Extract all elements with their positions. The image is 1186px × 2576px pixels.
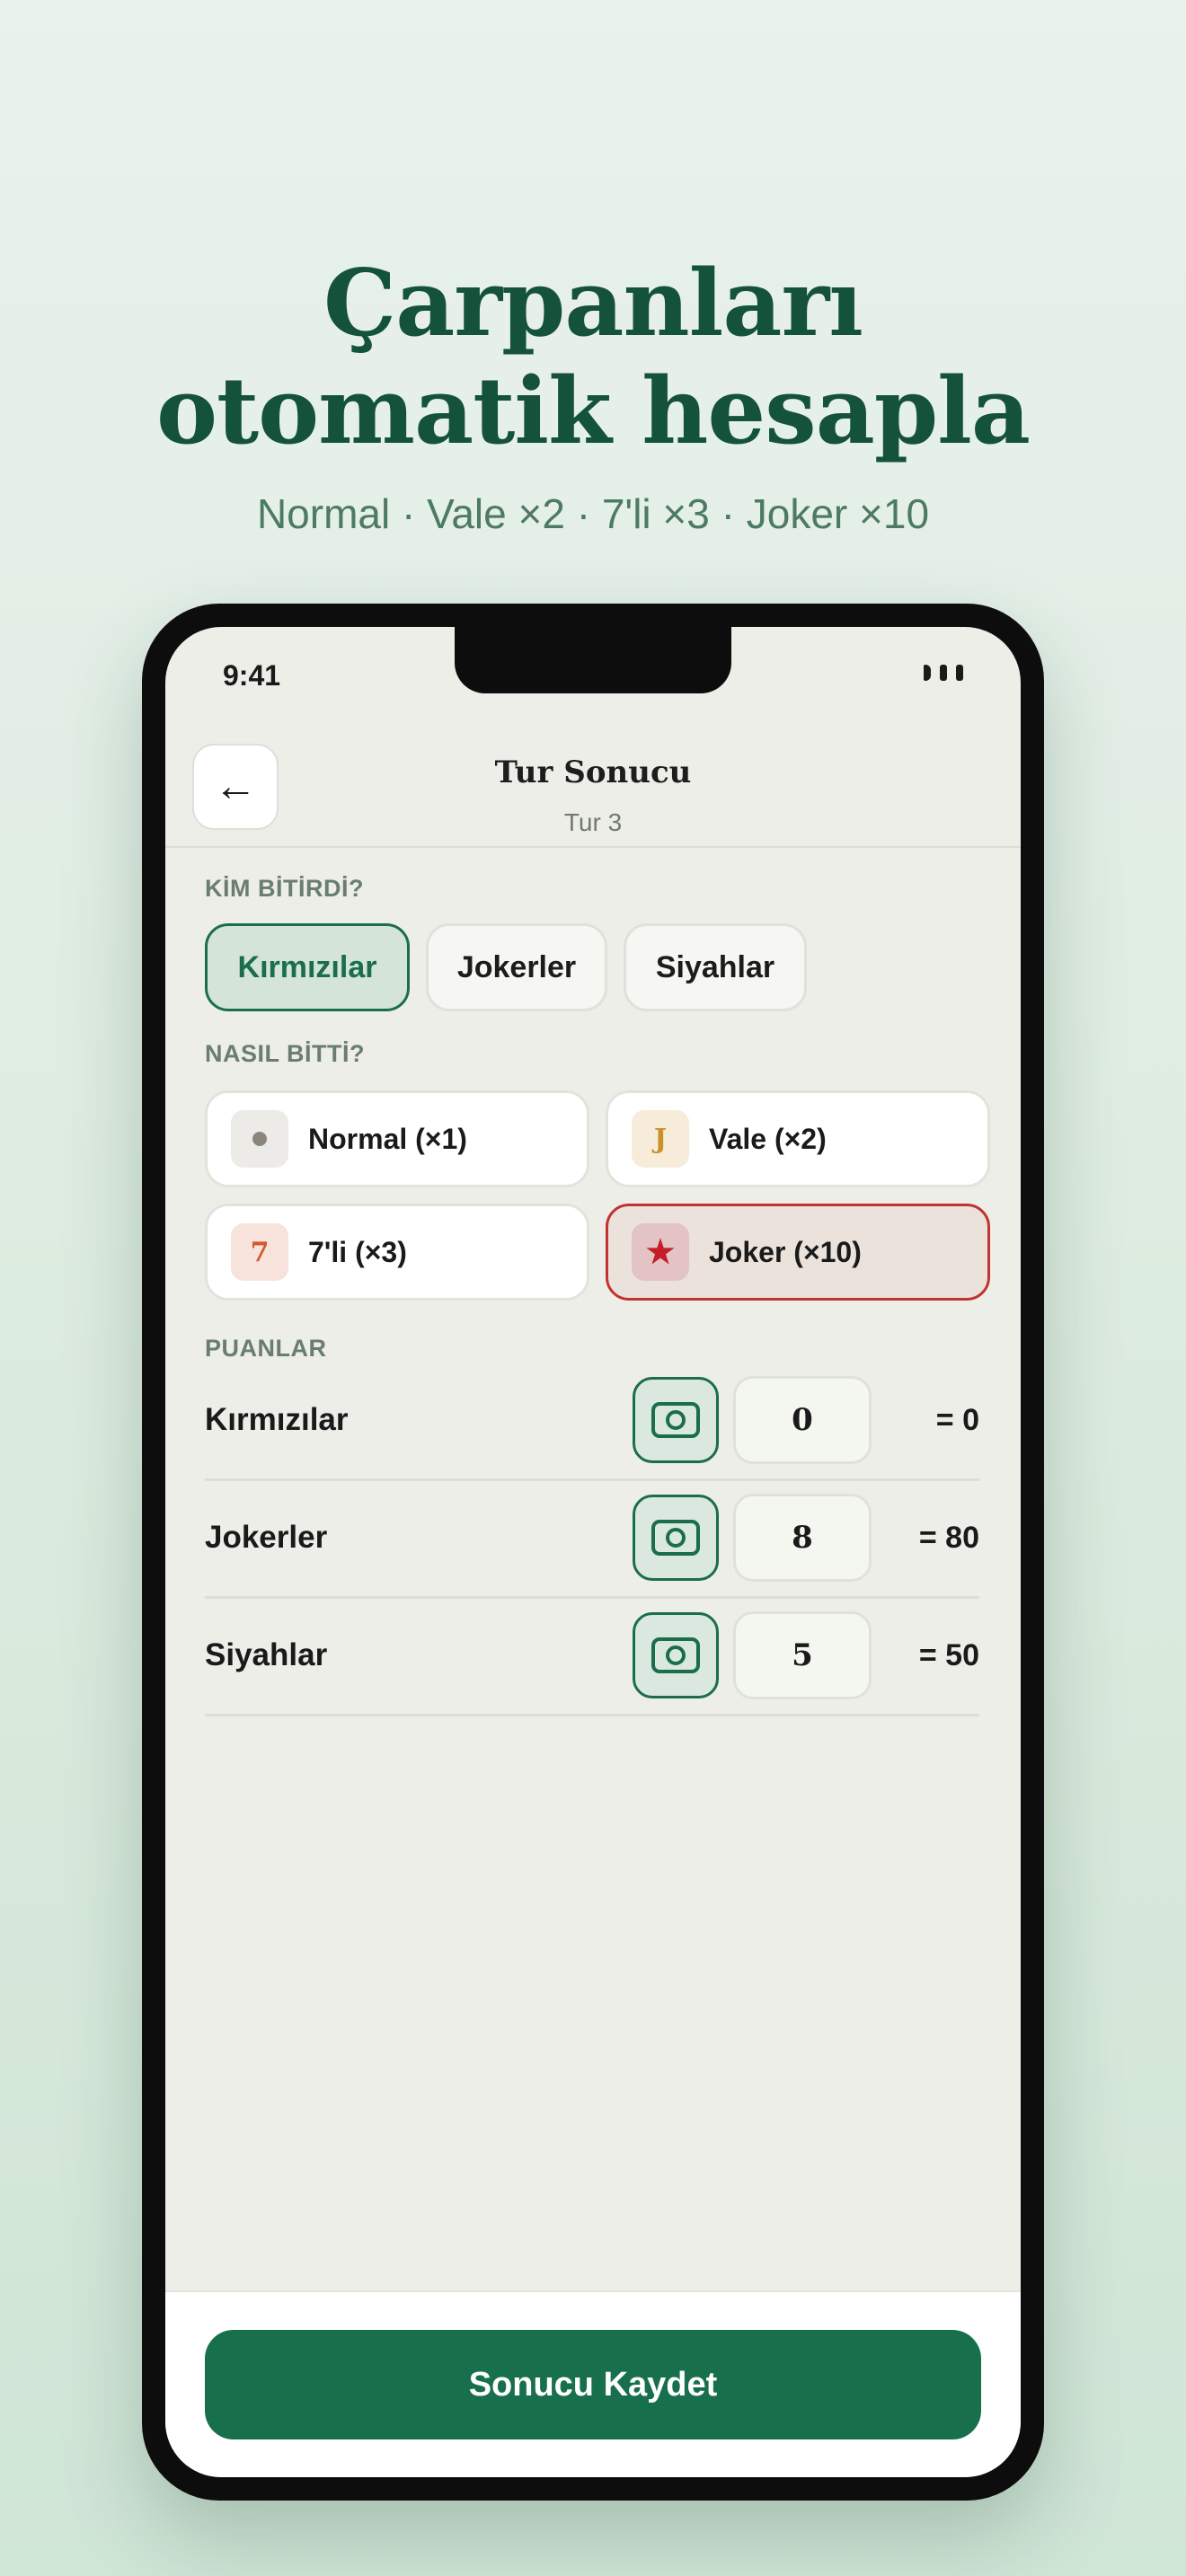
score-total: = 80 — [918, 1520, 979, 1555]
score-input[interactable]: 0 — [733, 1376, 872, 1464]
save-result-button[interactable]: Sonucu Kaydet — [205, 2330, 981, 2439]
battery-icon — [956, 665, 963, 681]
score-row: Siyahlar 5 = 50 — [205, 1597, 979, 1716]
finish-option-label: Vale (×2) — [709, 1122, 827, 1155]
winner-chip-siyahlar[interactable]: Siyahlar — [624, 923, 807, 1011]
signal-icon — [924, 665, 931, 681]
phone-notch — [455, 627, 731, 693]
score-team-name: Jokerler — [205, 1520, 328, 1555]
score-input[interactable]: 5 — [733, 1611, 872, 1699]
seven-icon: 7 — [231, 1223, 288, 1281]
finish-option-vale[interactable]: J Vale (×2) — [606, 1090, 990, 1187]
page-title: Tur Sonucu — [494, 754, 692, 790]
hero-title-line-2: otomatik hesapla — [156, 357, 1031, 465]
app-screen: 9:41 ← Tur Sonucu Tur 3 KİM BİTİRDİ? Kır… — [165, 627, 1021, 2477]
jack-icon: J — [632, 1110, 689, 1168]
score-row: Jokerler 8 = 80 — [205, 1479, 979, 1599]
finish-option-label: Joker (×10) — [709, 1235, 862, 1268]
scores-section-label: PUANLAR — [205, 1335, 327, 1362]
winner-chip-jokerler[interactable]: Jokerler — [426, 923, 607, 1011]
dot-icon — [231, 1110, 288, 1168]
status-time: 9:41 — [223, 659, 281, 692]
finish-option-label: Normal (×1) — [308, 1122, 467, 1155]
camera-icon — [651, 1402, 700, 1438]
finish-section-label: NASIL BİTTİ? — [205, 1040, 365, 1067]
score-input[interactable]: 8 — [733, 1494, 872, 1582]
winner-section-label: KİM BİTİRDİ? — [205, 875, 364, 902]
score-team-name: Kırmızılar — [205, 1402, 349, 1437]
hero-title: Çarpanları otomatik hesapla — [0, 250, 1186, 465]
page-subtitle: Tur 3 — [563, 808, 623, 836]
camera-icon — [651, 1520, 700, 1556]
finish-option-label: 7'li (×3) — [308, 1235, 407, 1268]
finish-option-normal[interactable]: Normal (×1) — [205, 1090, 589, 1187]
finish-option-joker[interactable]: ★ Joker (×10) — [606, 1204, 990, 1301]
hero-subtitle: Normal · Vale ×2 · 7'li ×3 · Joker ×10 — [256, 490, 930, 537]
star-icon: ★ — [632, 1223, 689, 1281]
hero-title-line-1: Çarpanları — [323, 250, 863, 357]
winner-chip-kirmizilar[interactable]: Kırmızılar — [205, 923, 410, 1011]
wifi-icon — [940, 665, 947, 681]
scan-camera-button[interactable] — [633, 1495, 719, 1581]
score-total: = 0 — [935, 1402, 979, 1437]
finish-option-yedili[interactable]: 7 7'li (×3) — [205, 1204, 589, 1301]
status-icons — [924, 665, 963, 681]
scan-camera-button[interactable] — [633, 1377, 719, 1463]
nav-bar: ← Tur Sonucu Tur 3 — [165, 733, 1021, 848]
score-total: = 50 — [918, 1637, 979, 1672]
score-row: Kırmızılar 0 = 0 — [205, 1362, 979, 1481]
camera-icon — [651, 1637, 700, 1673]
phone-frame: 9:41 ← Tur Sonucu Tur 3 KİM BİTİRDİ? Kır… — [142, 604, 1044, 2501]
score-team-name: Siyahlar — [205, 1637, 328, 1672]
scan-camera-button[interactable] — [633, 1612, 719, 1698]
bottom-action-bar: Sonucu Kaydet — [165, 2290, 1021, 2477]
